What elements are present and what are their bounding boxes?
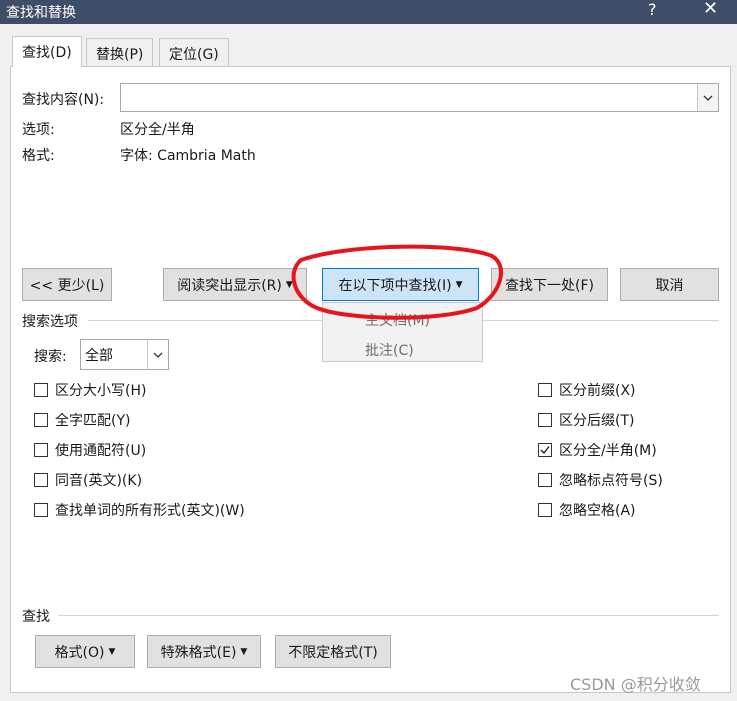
tab-find-label: 查找(D) xyxy=(22,45,72,61)
sounds-like-checkbox[interactable]: 同音(英文)(K) xyxy=(34,470,142,490)
all-word-forms-checkbox[interactable]: 查找单词的所有形式(英文)(W) xyxy=(34,500,245,520)
checkbox-label: 忽略空格(A) xyxy=(559,503,636,519)
window-title: 查找和替换 xyxy=(6,5,76,21)
find-next-label: 查找下一处(F) xyxy=(505,277,594,294)
find-what-label: 查找内容(N): xyxy=(22,92,105,108)
caret-down-icon: ▼ xyxy=(285,279,293,290)
checkbox-label: 查找单词的所有形式(英文)(W) xyxy=(55,503,245,519)
checkbox-label: 区分后缀(T) xyxy=(559,413,635,429)
chevron-down-icon[interactable] xyxy=(697,84,718,111)
chevron-down-icon[interactable] xyxy=(147,340,168,369)
tab-goto-label: 定位(G) xyxy=(169,47,219,63)
menu-item-comments[interactable]: 批注(C) xyxy=(365,340,414,360)
ignore-punctuation-checkbox[interactable]: 忽略标点符号(S) xyxy=(538,470,663,490)
checkbox-box[interactable] xyxy=(538,443,552,457)
title-bar: 查找和替换 ? ✕ xyxy=(0,0,737,24)
format-label: 格式: xyxy=(22,148,55,164)
help-icon[interactable]: ? xyxy=(648,0,657,19)
search-select-value: 全部 xyxy=(85,348,113,364)
search-label: 搜索: xyxy=(34,349,67,365)
checkbox-label: 忽略标点符号(S) xyxy=(559,473,663,489)
checkbox-label: 区分全/半角(M) xyxy=(559,443,657,459)
format-button-label: 格式(O) xyxy=(54,644,105,661)
reading-highlight-button[interactable]: 阅读突出显示(R) ▼ xyxy=(163,268,307,301)
checkbox-box[interactable] xyxy=(34,413,48,427)
checkbox-label: 区分前缀(X) xyxy=(559,383,636,399)
options-value: 区分全/半角 xyxy=(120,122,195,138)
tab-replace[interactable]: 替换(P) xyxy=(86,38,154,67)
cancel-label: 取消 xyxy=(655,277,684,294)
no-formatting-label: 不限定格式(T) xyxy=(288,644,378,661)
format-value: 字体: Cambria Math xyxy=(120,148,256,164)
checkbox-label: 全字匹配(Y) xyxy=(55,413,131,429)
wildcards-checkbox[interactable]: 使用通配符(U) xyxy=(34,440,146,460)
find-in-label: 在以下项中查找(I) xyxy=(338,277,452,294)
reading-highlight-label: 阅读突出显示(R) xyxy=(177,277,282,294)
checkbox-label: 使用通配符(U) xyxy=(55,443,147,459)
find-in-dropdown-menu: 主文档(M) 批注(C) xyxy=(322,302,483,362)
tab-replace-label: 替换(P) xyxy=(96,47,144,63)
checkbox-box[interactable] xyxy=(34,503,48,517)
menu-item-main-document[interactable]: 主文档(M) xyxy=(365,310,430,330)
search-options-header: 搜索选项 xyxy=(22,314,78,330)
close-icon[interactable]: ✕ xyxy=(703,0,718,19)
search-select[interactable]: 全部 xyxy=(80,339,169,370)
tab-find[interactable]: 查找(D) xyxy=(12,36,82,67)
less-button-label: << 更少(L) xyxy=(29,277,105,294)
caret-down-icon: ▼ xyxy=(240,646,248,657)
less-button[interactable]: << 更少(L) xyxy=(22,268,112,301)
checkbox-box[interactable] xyxy=(538,473,552,487)
match-case-checkbox[interactable]: 区分大小写(H) xyxy=(34,380,146,400)
tab-goto[interactable]: 定位(G) xyxy=(159,38,229,67)
find-next-button[interactable]: 查找下一处(F) xyxy=(491,268,608,301)
match-prefix-checkbox[interactable]: 区分前缀(X) xyxy=(538,380,636,400)
caret-down-icon: ▼ xyxy=(455,279,463,290)
whole-word-checkbox[interactable]: 全字匹配(Y) xyxy=(34,410,130,430)
checkbox-box[interactable] xyxy=(538,413,552,427)
watermark: CSDN @积分收敛 xyxy=(570,675,701,694)
checkbox-label: 同音(英文)(K) xyxy=(55,473,143,489)
checkbox-box[interactable] xyxy=(538,383,552,397)
special-format-label: 特殊格式(E) xyxy=(160,644,237,661)
format-button[interactable]: 格式(O) ▼ xyxy=(35,635,135,668)
ignore-whitespace-checkbox[interactable]: 忽略空格(A) xyxy=(538,500,636,520)
checkbox-box[interactable] xyxy=(34,443,48,457)
find-in-button[interactable]: 在以下项中查找(I) ▼ xyxy=(322,268,479,301)
caret-down-icon: ▼ xyxy=(108,646,116,657)
cancel-button[interactable]: 取消 xyxy=(620,268,719,301)
match-suffix-checkbox[interactable]: 区分后缀(T) xyxy=(538,410,634,430)
find-section-header: 查找 xyxy=(22,609,50,625)
divider xyxy=(58,615,719,616)
options-label: 选项: xyxy=(22,122,55,138)
match-width-checkbox[interactable]: 区分全/半角(M) xyxy=(538,440,657,460)
special-format-button[interactable]: 特殊格式(E) ▼ xyxy=(147,635,261,668)
checkbox-label: 区分大小写(H) xyxy=(55,383,147,399)
checkbox-box[interactable] xyxy=(34,473,48,487)
checkbox-box[interactable] xyxy=(538,503,552,517)
find-what-input[interactable] xyxy=(120,83,719,112)
checkbox-box[interactable] xyxy=(34,383,48,397)
no-formatting-button[interactable]: 不限定格式(T) xyxy=(275,635,391,668)
checkmark-icon xyxy=(540,446,550,455)
